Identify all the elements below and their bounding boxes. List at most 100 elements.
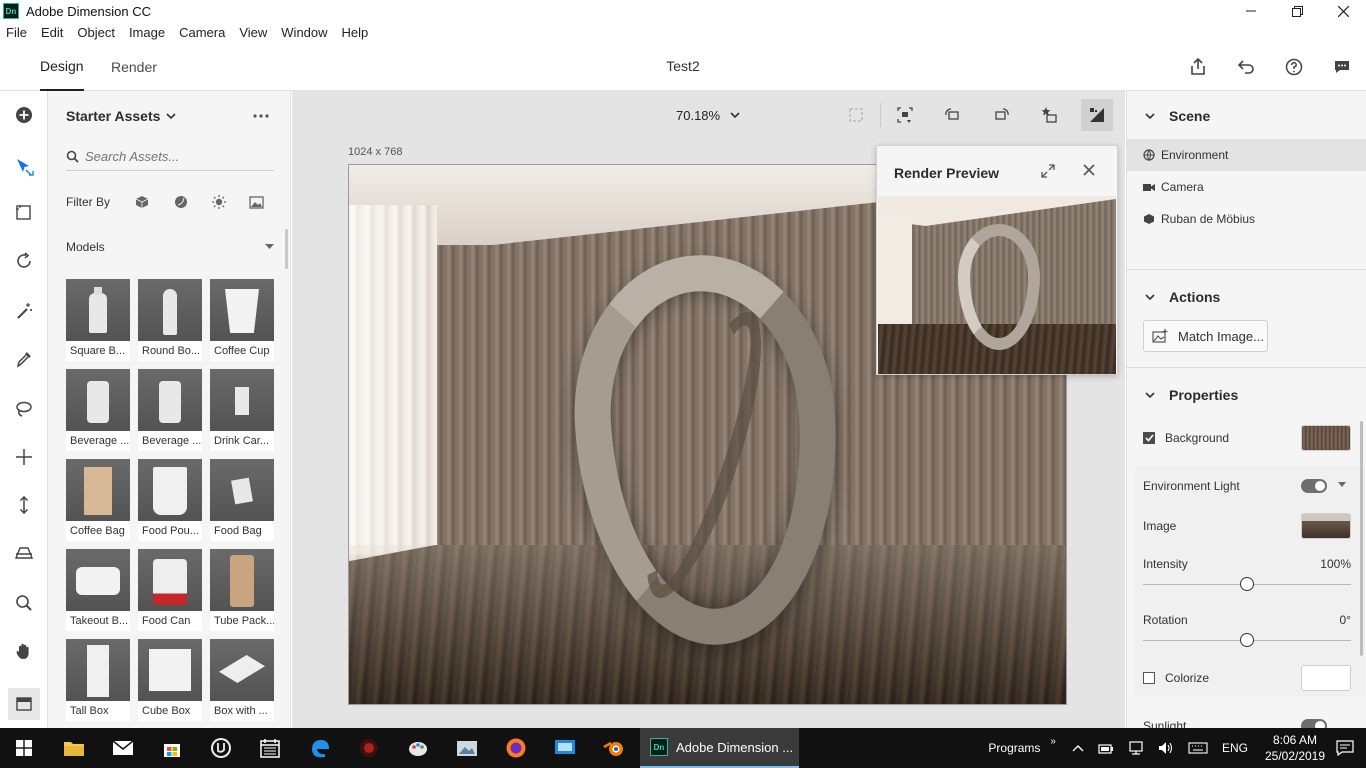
colorize-swatch[interactable]	[1301, 665, 1351, 691]
taskbar-gallery[interactable]	[443, 728, 491, 768]
camera-redo-button[interactable]	[977, 99, 1025, 131]
dolly-camera-tool[interactable]	[0, 485, 48, 525]
taskbar-mail[interactable]	[99, 728, 147, 768]
minimize-button[interactable]	[1228, 0, 1274, 22]
marquee-tool[interactable]	[0, 193, 48, 233]
taskbar-firefox[interactable]	[492, 728, 540, 768]
volume-icon[interactable]	[1158, 741, 1174, 755]
orbit-camera-tool[interactable]	[0, 241, 48, 281]
scene-item-mobius[interactable]: Ruban de Möbius	[1127, 203, 1366, 235]
taskbar-file-explorer[interactable]	[50, 728, 98, 768]
scene-item-camera[interactable]: Camera	[1127, 171, 1366, 203]
render-preview-toggle[interactable]	[1081, 99, 1113, 131]
rotation-slider-thumb[interactable]	[1240, 633, 1254, 647]
clock[interactable]: 8:06 AM 25/02/2019	[1260, 732, 1330, 764]
programs-toolbar[interactable]: Programs	[988, 741, 1040, 755]
zoom-dropdown[interactable]: 70.18%	[676, 108, 740, 123]
expand-preview-button[interactable]	[1040, 163, 1056, 182]
scene-item-environment[interactable]: Environment	[1127, 139, 1366, 171]
magic-wand-tool[interactable]	[0, 291, 48, 331]
start-button[interactable]	[0, 728, 48, 768]
taskbar-blender[interactable]	[590, 728, 638, 768]
horizon-tool[interactable]	[0, 533, 48, 573]
feedback-button[interactable]	[1318, 43, 1366, 91]
filter-images-button[interactable]	[238, 195, 276, 209]
asset-tile[interactable]: Cube Box	[138, 639, 202, 721]
network-icon[interactable]	[1128, 741, 1144, 755]
taskbar-remote[interactable]	[541, 728, 589, 768]
background-swatch[interactable]	[1301, 425, 1351, 451]
frame-selection-button[interactable]	[832, 99, 880, 131]
hand-tool[interactable]	[0, 631, 48, 671]
zoom-tool[interactable]	[0, 583, 48, 623]
menu-file[interactable]: File	[0, 25, 34, 40]
undo-button[interactable]	[1222, 43, 1270, 91]
asset-tile[interactable]: Takeout B...	[66, 549, 130, 631]
close-preview-button[interactable]	[1082, 163, 1096, 180]
environment-image-swatch[interactable]	[1301, 513, 1351, 539]
caret-down-icon[interactable]	[1338, 482, 1346, 488]
asset-tile[interactable]: Tall Box	[66, 639, 130, 721]
asset-tile[interactable]: Coffee Bag	[66, 459, 130, 541]
taskbar-paint[interactable]	[394, 728, 442, 768]
camera-undo-button[interactable]	[929, 99, 977, 131]
colorize-checkbox[interactable]	[1143, 672, 1155, 684]
background-checkbox[interactable]	[1143, 432, 1155, 444]
taskbar-unreal[interactable]	[197, 728, 245, 768]
menu-image[interactable]: Image	[122, 25, 172, 40]
asset-tile[interactable]: Round Bo...	[138, 279, 202, 361]
menu-view[interactable]: View	[232, 25, 274, 40]
camera-bookmark-button[interactable]	[881, 99, 929, 131]
match-image-button[interactable]: Match Image...	[1143, 320, 1268, 352]
share-button[interactable]	[1174, 43, 1222, 91]
notifications-icon[interactable]	[1336, 740, 1354, 756]
filter-models-button[interactable]	[123, 195, 161, 209]
menu-window[interactable]: Window	[274, 25, 334, 40]
scene-section-header[interactable]: Scene	[1145, 108, 1210, 124]
magic-select-tool[interactable]	[0, 389, 48, 429]
taskbar-calendar[interactable]	[246, 728, 294, 768]
chevron-up-icon[interactable]	[1072, 744, 1084, 752]
assets-scrollbar[interactable]	[285, 229, 288, 269]
add-content-button[interactable]	[0, 95, 48, 135]
taskbar-app-red[interactable]	[345, 728, 393, 768]
asset-tile[interactable]: Food Bag	[210, 459, 274, 541]
menu-object[interactable]: Object	[70, 25, 122, 40]
more-options-button[interactable]	[252, 106, 270, 124]
asset-tile[interactable]: Drink Car...	[210, 369, 274, 451]
asset-tile[interactable]: Box with ...	[210, 639, 274, 721]
close-button[interactable]	[1320, 0, 1366, 22]
menu-camera[interactable]: Camera	[172, 25, 232, 40]
battery-icon[interactable]	[1098, 742, 1114, 754]
help-button[interactable]	[1270, 43, 1318, 91]
filter-lights-button[interactable]	[200, 194, 238, 210]
asset-tile[interactable]: Coffee Cup	[210, 279, 274, 361]
properties-scrollbar[interactable]	[1360, 421, 1363, 656]
asset-tile[interactable]: Beverage ...	[66, 369, 130, 451]
assets-library-dropdown[interactable]: Starter Assets	[66, 108, 176, 124]
language-indicator[interactable]: ENG	[1222, 741, 1248, 755]
select-tool[interactable]	[0, 146, 48, 186]
keyboard-icon[interactable]	[1188, 742, 1208, 754]
camera-favorite-button[interactable]	[1025, 99, 1073, 131]
programs-expand-icon[interactable]: »	[1050, 736, 1056, 747]
asset-tile[interactable]: Food Can	[138, 549, 202, 631]
properties-section-header[interactable]: Properties	[1145, 387, 1238, 403]
taskbar-store[interactable]	[148, 728, 196, 768]
actions-section-header[interactable]: Actions	[1145, 289, 1220, 305]
pan-camera-tool[interactable]	[0, 437, 48, 477]
models-category-dropdown[interactable]: Models	[66, 239, 274, 255]
taskbar-dimension-app[interactable]: Dn Adobe Dimension ...	[640, 728, 799, 768]
menu-edit[interactable]: Edit	[34, 25, 70, 40]
sunlight-toggle[interactable]	[1301, 719, 1327, 728]
asset-tile[interactable]: Square B...	[66, 279, 130, 361]
filter-materials-button[interactable]	[161, 195, 199, 209]
asset-tile[interactable]: Beverage ...	[138, 369, 202, 451]
menu-help[interactable]: Help	[335, 25, 376, 40]
asset-tile[interactable]: Food Pou...	[138, 459, 202, 541]
asset-tile[interactable]: Tube Pack...	[210, 549, 274, 631]
sample-material-tool[interactable]	[0, 339, 48, 379]
search-input[interactable]	[85, 149, 265, 164]
panel-toggle-button[interactable]	[8, 688, 40, 720]
intensity-slider-thumb[interactable]	[1240, 577, 1254, 591]
